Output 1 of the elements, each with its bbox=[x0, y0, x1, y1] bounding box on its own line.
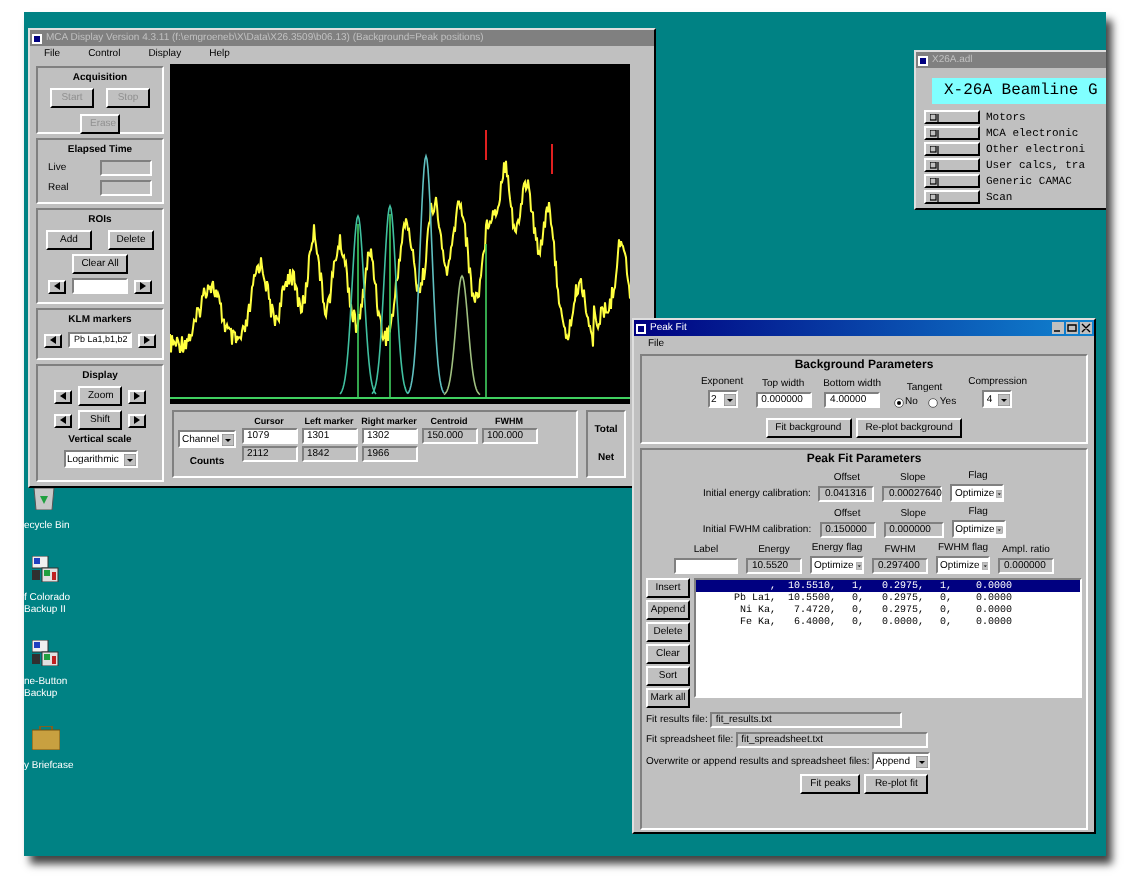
banner-title: X-26A Beamline G bbox=[932, 78, 1106, 104]
